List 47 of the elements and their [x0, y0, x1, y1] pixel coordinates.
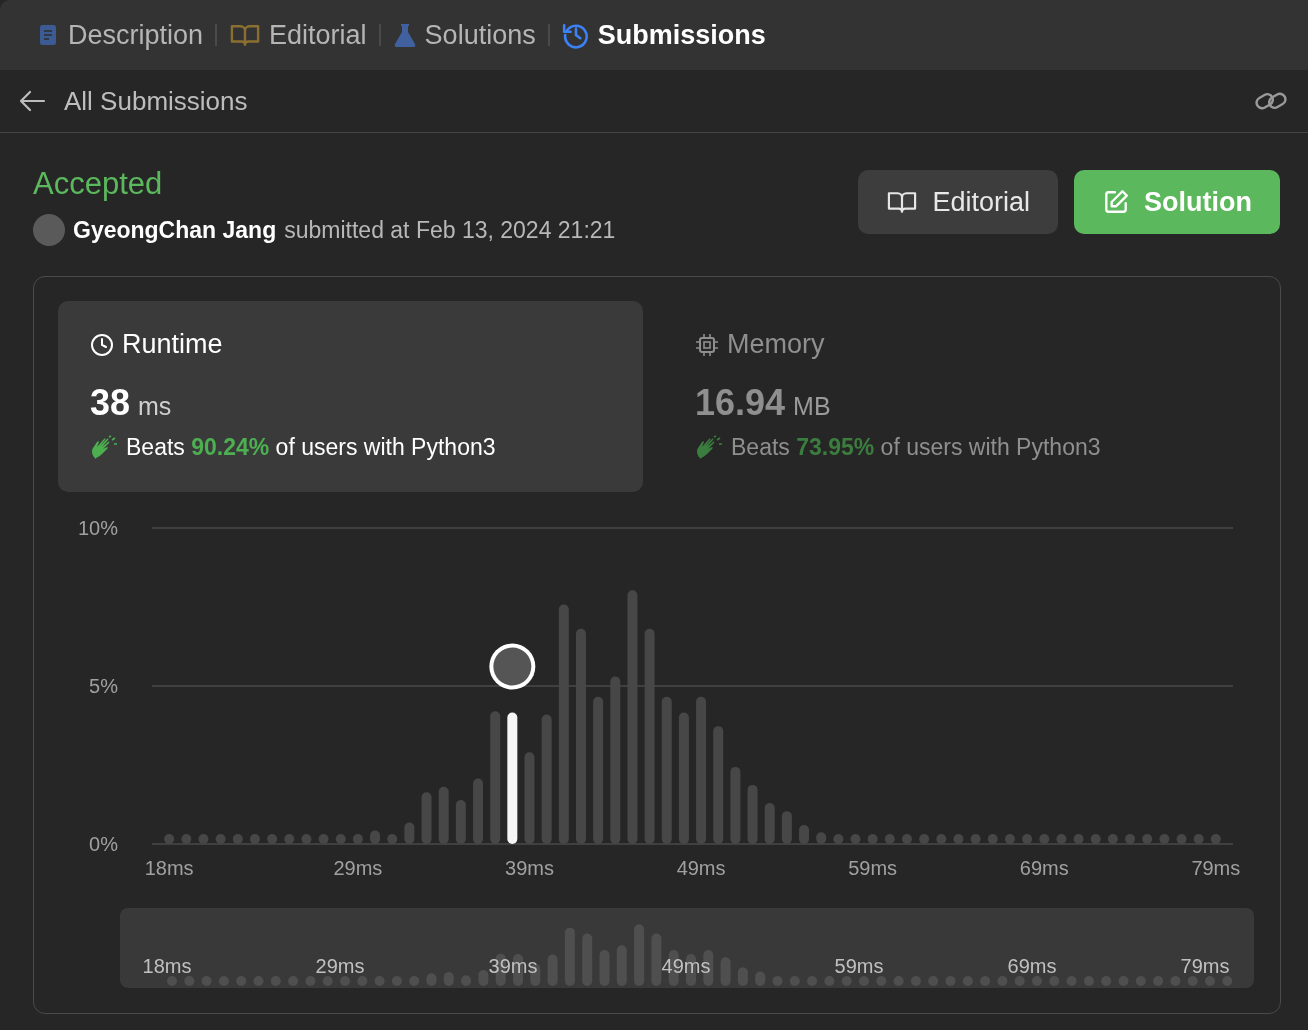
stat-unit: MB — [793, 392, 831, 421]
back-arrow-icon[interactable] — [18, 89, 46, 113]
x-axis-label: 29ms — [333, 857, 383, 879]
stat-title: Memory — [727, 329, 825, 360]
y-axis-label: 10% — [77, 517, 118, 539]
x-axis-label: 79ms — [1191, 857, 1241, 879]
edit-icon — [1102, 188, 1130, 216]
chip-icon — [695, 332, 719, 357]
book-icon — [229, 23, 262, 47]
stat-title: Runtime — [122, 329, 223, 360]
tab[interactable]: Solutions — [384, 19, 544, 51]
stat-value: 38 — [90, 382, 131, 424]
status-text: Accepted — [33, 166, 164, 202]
clapping-hands-icon — [695, 434, 723, 461]
overview-axis-label: 69ms — [1007, 955, 1057, 978]
x-axis-label: 59ms — [848, 857, 898, 879]
y-axis-label: 5% — [89, 675, 118, 697]
all-submissions-link[interactable]: All Submissions — [64, 85, 248, 117]
clapping-hands-icon — [90, 434, 118, 461]
editorial-button[interactable]: Editorial — [858, 170, 1058, 234]
history-icon — [561, 21, 590, 49]
book-icon — [886, 190, 919, 214]
x-axis-label: 18ms — [144, 857, 194, 879]
stat-card[interactable]: Memory 16.94 MB Beats 73.95% of users with Python3 — [663, 301, 1248, 492]
overview-axis-label: 39ms — [488, 955, 538, 978]
clock-icon — [90, 332, 114, 357]
x-axis-label: 49ms — [676, 857, 726, 879]
user-name[interactable]: GyeongChan Jang — [73, 216, 277, 244]
beats-text: Beats 90.24% of users with Python3 — [126, 434, 496, 461]
flask-icon — [392, 22, 417, 48]
y-axis-label: 0% — [89, 833, 118, 855]
submitted-time: submitted at Feb 13, 2024 21:21 — [284, 216, 616, 244]
stat-card[interactable]: Runtime 38 ms Beats 90.24% of users with Python3 — [58, 301, 643, 492]
avatar — [33, 214, 65, 246]
x-axis-label: 69ms — [1019, 857, 1069, 879]
tab[interactable]: Description — [28, 19, 212, 51]
overview-axis-label: 18ms — [142, 955, 192, 978]
tab[interactable]: Submissions — [553, 19, 774, 51]
overview-axis-label: 49ms — [661, 955, 711, 978]
x-axis-label: 39ms — [505, 857, 554, 879]
overview-axis-label: 29ms — [315, 955, 365, 978]
stat-unit: ms — [138, 392, 172, 421]
overview-axis-label: 59ms — [834, 955, 884, 978]
beats-text: Beats 73.95% of users with Python3 — [731, 434, 1101, 461]
overview-axis-label: 79ms — [1180, 955, 1230, 978]
stat-value: 16.94 — [695, 382, 786, 424]
tab[interactable]: Editorial — [221, 19, 375, 51]
